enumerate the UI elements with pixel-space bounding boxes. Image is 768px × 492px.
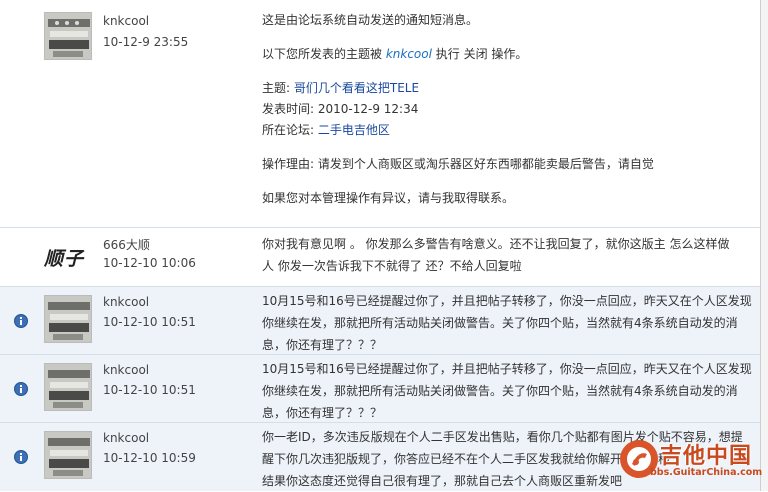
avatar[interactable] [44, 295, 92, 343]
info-icon [14, 314, 28, 328]
message-item: knkcool 10-12-9 23:55 这是由论坛系统自动发送的通知短消息。… [0, 0, 760, 228]
site-watermark: 吉他中国 bbs.GuitarChina.com [616, 436, 764, 488]
body-line: 你继续在发，那就把所有活动贴关闭做警告。关了你四个贴，当然就有4条系统自动发的消 [262, 316, 738, 330]
body-line: 你对我有意见啊 。 你发那么多警告有啥意义。还不让我回复了，就你这版主 怎么这样… [262, 237, 730, 251]
window-right-edge [760, 0, 768, 491]
message-time: 10-12-10 10:51 [103, 383, 196, 397]
body-line: 10月15号和16号已经提醒过你了，并且把帖子转移了，你没一点回应，昨天又在个人… [262, 362, 752, 376]
watermark-url: bbs.GuitarChina.com [650, 467, 763, 478]
avatar[interactable] [44, 363, 92, 411]
forum-link[interactable]: 二手电吉他区 [318, 123, 390, 137]
avatar[interactable] [44, 12, 92, 60]
guitar-parts-avatar-image [45, 13, 91, 59]
topic-line: 主题: 哥们几个看看这把TELE [262, 81, 420, 95]
topic-link[interactable]: 哥们几个看看这把TELE [294, 81, 419, 95]
message-item: knkcool 10-12-10 10:51 10月15号和16号已经提醒过你了… [0, 355, 760, 423]
reason-line: 操作理由: 请发到个人商贩区或淘乐器区好东西哪都能卖最后警告，请自觉 [262, 157, 654, 171]
body-line: 10月15号和16号已经提醒过你了，并且把帖子转移了，你没一点回应，昨天又在个人… [262, 294, 752, 308]
posted-time-line: 发表时间: 2010-12-9 12:34 [262, 102, 419, 116]
forum-line: 所在论坛: 二手电吉他区 [262, 123, 390, 137]
action-line: 以下您所发表的主题被 knkcool 执行 关闭 操作。 [262, 47, 528, 61]
author-name[interactable]: knkcool [103, 363, 149, 377]
avatar[interactable] [44, 431, 92, 479]
guitar-parts-avatar-image [45, 364, 91, 410]
author-name[interactable]: knkcool [103, 14, 149, 28]
message-time: 10-12-10 10:59 [103, 451, 196, 465]
body-line: 息，你还有理了？？？ [262, 406, 383, 420]
guitar-parts-avatar-image [45, 296, 91, 342]
notice-line: 这是由论坛系统自动发送的通知短消息。 [262, 13, 479, 27]
guitar-parts-avatar-image [45, 432, 91, 478]
body-line: 息，你还有理了？？？ [262, 338, 383, 352]
message-body: 你对我有意见啊 。 你发那么多警告有啥意义。还不让我回复了，就你这版主 怎么这样… [262, 233, 752, 277]
message-item: 顺子 666大顺 10-12-10 10:06 你对我有意见啊 。 你发那么多警… [0, 228, 760, 287]
message-body: 10月15号和16号已经提醒过你了，并且把帖子转移了，你没一点回应，昨天又在个人… [262, 358, 752, 424]
message-time: 10-12-9 23:55 [103, 35, 189, 49]
watermark-text: 吉他中国 [660, 444, 753, 469]
avatar[interactable]: 顺子 [44, 244, 96, 270]
author-name[interactable]: knkcool [103, 295, 149, 309]
message-time: 10-12-10 10:06 [103, 256, 196, 270]
message-body: 10月15号和16号已经提醒过你了，并且把帖子转移了，你没一点回应，昨天又在个人… [262, 290, 752, 356]
author-name[interactable]: knkcool [103, 431, 149, 445]
message-item: knkcool 10-12-10 10:51 10月15号和16号已经提醒过你了… [0, 287, 760, 355]
moderator-link[interactable]: knkcool [386, 47, 432, 61]
body-line: 人 你发一次告诉我下不就得了 还？不给人回复啦 [262, 259, 522, 273]
info-icon [14, 382, 28, 396]
body-line: 你继续在发，那就把所有活动贴关闭做警告。关了你四个贴，当然就有4条系统自动发的消 [262, 384, 738, 398]
author-name[interactable]: 666大顺 [103, 236, 150, 253]
info-icon [14, 450, 28, 464]
message-time: 10-12-10 10:51 [103, 315, 196, 329]
message-body: 这是由论坛系统自动发送的通知短消息。 以下您所发表的主题被 knkcool 执行… [262, 9, 752, 209]
footer-line: 如果您对本管理操作有异议，请与我取得联系。 [262, 191, 515, 205]
